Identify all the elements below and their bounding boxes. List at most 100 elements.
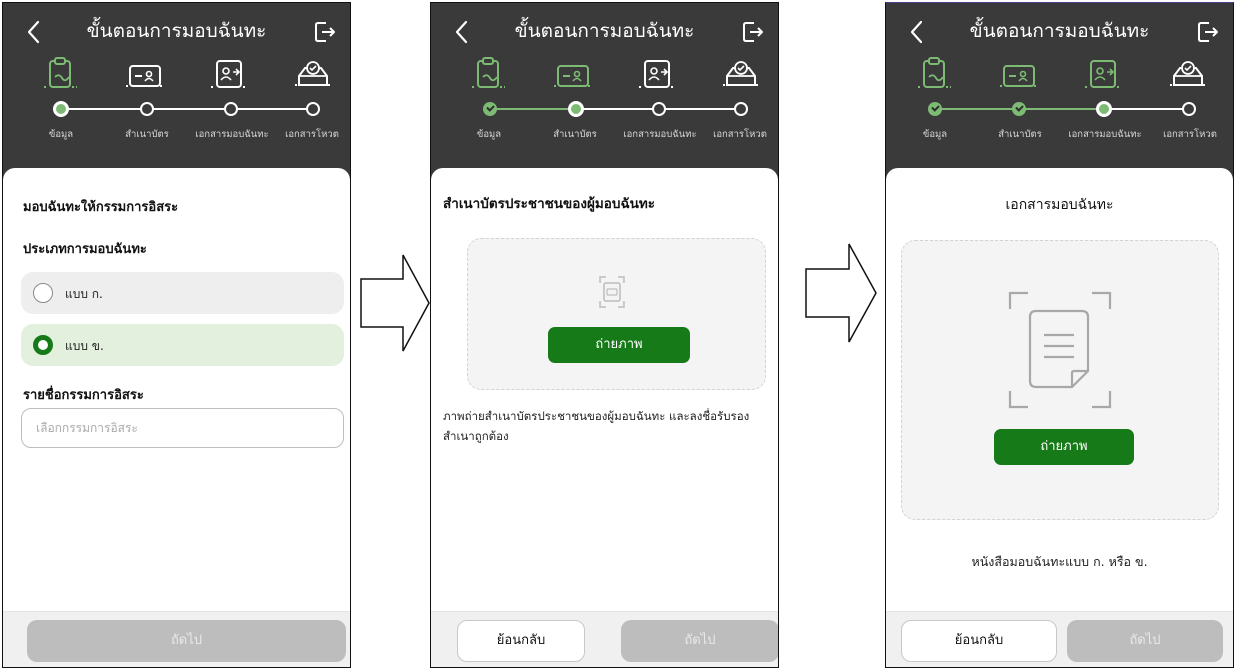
step-label-vote-doc: เอกสารโหวต [285,129,339,140]
page-title: ขั้นตอนการมอบฉันทะ [969,20,1150,42]
proxy-document-icon [636,55,678,95]
phone-screen-proxy-doc: ขั้นตอนการมอบฉันทะ ข้อมูล สำเนาบัตร เอกส… [885,2,1234,668]
directors-heading: รายชื่อกรรมการอิสระ [23,388,144,403]
header-bar: ขั้นตอนการมอบฉันทะ [3,3,350,63]
proxy-doc-upload-area[interactable]: ถ่ายภาพ [901,240,1219,520]
step-label-id-copy: สำเนาบัตร [553,129,597,140]
step-progress [3,101,350,117]
option-type-a[interactable]: แบบ ก. [21,272,344,314]
phone-screen-id-copy: ขั้นตอนการมอบฉันทะ ข้อมูล สำเนาบัตร เอกส… [430,2,779,668]
step-icons [886,55,1233,99]
radio-unchecked[interactable] [33,283,53,303]
step-dot-1 [53,101,69,117]
next-button[interactable]: ถัดไป [621,620,778,662]
step-icons [3,55,350,99]
content-card: มอบฉันทะให้กรรมการอิสระ ประเภทการมอบฉันท… [3,168,350,667]
proxy-document-icon [208,55,250,95]
back-icon[interactable] [21,17,47,47]
step-labels: ข้อมูล สำเนาบัตร เอกสารมอบฉันทะ เอกสารโห… [431,127,778,141]
id-card-scan-icon [598,275,626,309]
step-dot-3 [1096,101,1112,117]
section-title: สำเนาบัตรประชาชนของผู้มอบฉันทะ [443,196,656,212]
step-dot-4 [734,102,748,116]
document-caption: หนังสือมอบฉันทะแบบ ก. หรือ ข. [971,554,1148,569]
proxy-type-heading: ประเภทการมอบฉันทะ [23,242,147,257]
step-progress [886,101,1233,117]
flow-arrow-icon [804,242,878,344]
ballot-box-icon [1167,55,1209,95]
page-title: ขั้นตอนการมอบฉันทะ [86,20,267,42]
section-title: มอบฉันทะให้กรรมการอิสระ [23,200,179,215]
id-card-icon [552,55,594,95]
flow-arrow-icon [359,253,431,353]
step-dot-1-done [483,102,497,116]
director-select-input[interactable] [21,408,344,448]
radio-checked[interactable] [33,335,53,355]
clipboard-icon [40,55,82,95]
progress-track [147,108,231,110]
id-card-upload-area[interactable]: ถ่ายภาพ [467,238,766,390]
step-icons [431,55,778,99]
step-labels: ข้อมูล สำเนาบัตร เอกสารมอบฉันทะ เอกสารโห… [886,127,1233,141]
id-card-icon [998,55,1040,95]
clipboard-icon [468,55,510,95]
logout-icon[interactable] [742,20,764,44]
step-label-info: ข้อมูล [476,129,502,140]
capture-photo-button[interactable]: ถ่ายภาพ [994,429,1134,465]
progress-track-done [489,108,575,110]
option-type-b[interactable]: แบบ ข. [21,324,344,366]
step-dot-3 [224,102,238,116]
option-label: แบบ ข. [65,339,104,353]
step-dot-3 [652,102,666,116]
footer-bar: ย้อนกลับ ถัดไป [431,611,778,667]
proxy-document-icon [1082,55,1124,95]
content-card: เอกสารมอบฉันทะ ถ่ายภาพ หนังสือมอบฉันทะแบ… [886,168,1233,667]
next-button[interactable]: ถัดไป [1067,620,1223,662]
step-label-id-copy: สำเนาบัตร [125,129,169,140]
footer-bar: ถัดไป [3,611,350,667]
step-label-proxy-doc: เอกสารมอบฉันทะ [195,129,269,140]
progress-track [1103,108,1189,110]
progress-track [659,108,743,110]
step-dot-2-done [1012,102,1026,116]
progress-track [67,108,147,110]
next-button[interactable]: ถัดไป [27,620,346,662]
id-card-icon [124,55,166,95]
header-bar: ขั้นตอนการมอบฉันทะ [886,3,1233,63]
step-dot-2 [140,102,154,116]
step-labels: ข้อมูล สำเนาบัตร เอกสารมอบฉันทะ เอกสารโห… [3,127,350,141]
document-scan-icon [1008,291,1112,409]
back-icon[interactable] [904,17,930,47]
capture-photo-button[interactable]: ถ่ายภาพ [548,327,690,363]
step-label-proxy-doc: เอกสารมอบฉันทะ [623,129,697,140]
step-dot-4 [306,102,320,116]
step-label-info: ข้อมูล [48,129,74,140]
option-label: แบบ ก. [65,287,103,301]
page-title: ขั้นตอนการมอบฉันทะ [514,20,695,42]
back-button[interactable]: ย้อนกลับ [457,620,585,662]
header-bar: ขั้นตอนการมอบฉันทะ [431,3,778,63]
logout-icon[interactable] [314,20,336,44]
ballot-box-icon [292,55,334,95]
content-card: สำเนาบัตรประชาชนของผู้มอบฉันทะ ถ่ายภาพ ภ… [431,168,778,667]
back-icon[interactable] [449,17,475,47]
instruction-text: ภาพถ่ายสำเนาบัตรประชาชนของผู้มอบฉันทะ แล… [443,409,750,443]
back-button[interactable]: ย้อนกลับ [901,620,1057,662]
step-label-info: ข้อมูล [922,129,948,140]
phone-screen-info: ขั้นตอนการมอบฉันทะ ข้อมูล สำเนาบัตร เอกส… [2,2,351,668]
progress-track [575,108,659,110]
step-label-id-copy: สำเนาบัตร [998,129,1042,140]
ballot-box-icon [720,55,762,95]
clipboard-icon [914,55,956,95]
step-progress [431,101,778,117]
step-dot-4 [1182,102,1196,116]
step-label-vote-doc: เอกสารโหวต [1163,129,1217,140]
step-dot-2 [568,101,584,117]
progress-track [231,108,315,110]
section-title: เอกสารมอบฉันทะ [1005,197,1114,213]
logout-icon[interactable] [1197,20,1219,44]
footer-bar: ย้อนกลับ ถัดไป [886,611,1233,667]
step-dot-1-done [928,102,942,116]
step-label-vote-doc: เอกสารโหวต [713,129,767,140]
step-label-proxy-doc: เอกสารมอบฉันทะ [1068,129,1142,140]
